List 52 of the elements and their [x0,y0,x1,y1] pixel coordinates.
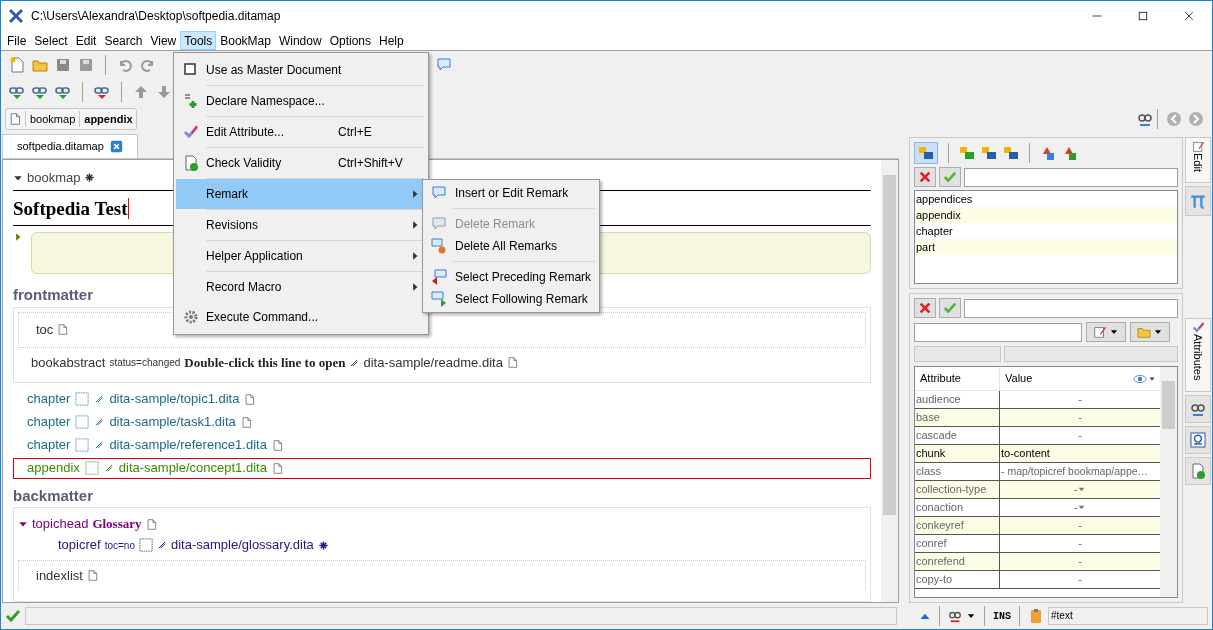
section-heading: frontmatter [13,285,93,305]
element-tag: chapter [27,435,71,455]
element-tag: toc [36,319,54,340]
element-tag: bookabstract [31,352,106,373]
element-tag: chapter [27,412,71,432]
insert-mode-label: INS [993,609,1011,624]
attribute-value: - [1077,410,1083,425]
element-tag: appendix [27,458,80,478]
attribute-name: cascade [915,427,1000,444]
menu-item-label: Revisions [206,217,260,234]
attribute-value: to-content [1000,446,1051,461]
attribute-value: - map/topicref bookmap/appe… [1000,464,1150,479]
attribute-value: - [1077,428,1083,443]
attribute-label: toc=no [104,538,135,553]
window-title: C:\Users\Alexandra\Desktop\softpedia.ditamap [31,8,282,25]
attribute-value: - [1073,482,1078,497]
node-path-field: #text [1048,607,1208,625]
element-tag: indexlist [36,565,83,586]
attribute-value: - [1073,500,1078,515]
attribute-value: - [1077,536,1083,551]
menu-item-label: Execute Command... [206,309,320,326]
attribute-value: - [1077,518,1083,533]
menu-item-label: Remark [206,186,249,203]
attribute-name: conref [915,535,1000,552]
attribute-name: chunk [915,445,1000,462]
section-heading: backmatter [13,485,94,506]
element-tag: chapter [27,389,71,409]
attribute-name: base [915,409,1000,426]
menu-item-label: Edit Attribute... [206,124,286,141]
attribute-value: - [1077,572,1083,587]
element-tag: topichead [32,514,89,534]
menu-item-label: Record Macro [206,279,283,296]
attribute-name: conaction [915,499,1000,516]
attribute-label: status=changed [109,356,181,370]
attribute-name: copy-to [915,571,1000,588]
shortcut-label: Ctrl+Shift+V [338,155,404,172]
attribute-value: - [1077,392,1083,407]
attribute-name: conkeyref [915,517,1000,534]
menu-item-label: Helper Application [206,248,304,265]
element-tag: bookmap [27,168,81,188]
attribute-name: audience [915,391,1000,408]
menu-item-label: Declare Namespace... [206,93,326,110]
menu-item-label: Check Validity [206,155,283,172]
attribute-name: class [915,463,1000,480]
attribute-name: conrefend [915,553,1000,570]
attribute-name: collection-type [915,481,1000,498]
menu-item-label: Use as Master Document [206,62,343,79]
open-hint: Double-click this line to open [184,353,346,372]
element-tag: topicref [58,535,101,555]
attribute-value: - [1077,554,1083,569]
topic-title: Glossary [92,515,142,534]
shortcut-label: Ctrl+E [338,124,373,141]
